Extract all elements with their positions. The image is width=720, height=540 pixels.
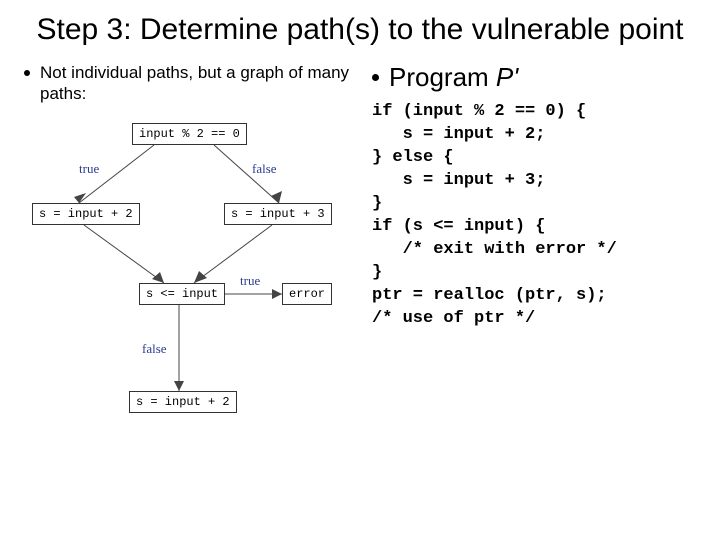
- right-column: Program P' if (input % 2 == 0) { s = inp…: [372, 62, 696, 453]
- code-block: if (input % 2 == 0) { s = input + 2; } e…: [372, 101, 696, 330]
- right-bullet-prefix: Program: [389, 62, 496, 92]
- flow-node-assign-right: s = input + 3: [224, 203, 332, 225]
- flow-node-error: error: [282, 283, 332, 305]
- edge-label-true-1: true: [79, 161, 99, 177]
- two-column-layout: Not individual paths, but a graph of man…: [24, 62, 696, 453]
- left-column: Not individual paths, but a graph of man…: [24, 62, 354, 453]
- flow-node-final: s = input + 2: [129, 391, 237, 413]
- bullet-icon: [24, 70, 30, 76]
- edge-label-true-2: true: [240, 273, 260, 289]
- flow-node-condition-2: s <= input: [139, 283, 225, 305]
- left-bullet-text: Not individual paths, but a graph of man…: [40, 62, 354, 105]
- slide-title: Step 3: Determine path(s) to the vulnera…: [24, 12, 696, 48]
- right-bullet-em: P': [496, 62, 518, 92]
- edge-label-false-2: false: [142, 341, 167, 357]
- flow-node-condition-1: input % 2 == 0: [132, 123, 247, 145]
- edge-label-false-1: false: [252, 161, 277, 177]
- flowchart: input % 2 == 0 s = input + 2 s = input +…: [24, 113, 344, 453]
- bullet-icon: [372, 74, 379, 81]
- right-bullet: Program P': [372, 62, 696, 93]
- right-bullet-text: Program P': [389, 62, 518, 93]
- flow-node-assign-left: s = input + 2: [32, 203, 140, 225]
- left-bullet: Not individual paths, but a graph of man…: [24, 62, 354, 105]
